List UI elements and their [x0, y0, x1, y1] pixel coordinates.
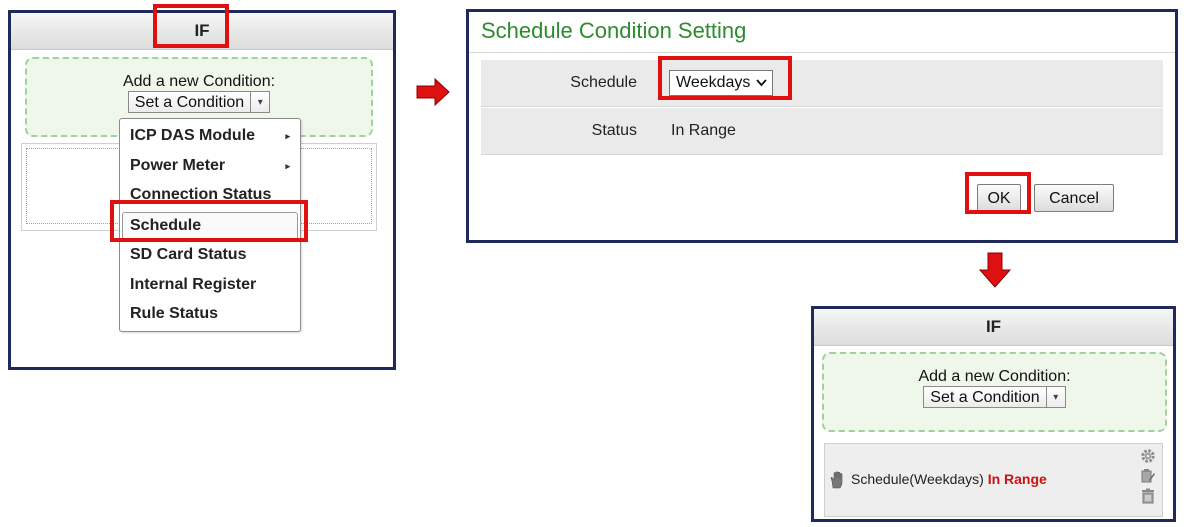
result-if-panel: IF Add a new Condition: Set a Condition …: [811, 306, 1176, 522]
result-if-header-label: IF: [985, 317, 1002, 336]
result-add-condition-box: Add a new Condition: Set a Condition ▾: [822, 352, 1167, 432]
ok-button[interactable]: OK: [977, 184, 1021, 212]
menu-item-icp-das-module[interactable]: ICP DAS Module ▸: [122, 122, 298, 150]
if-panel: IF Add a new Condition: Set a Condition …: [8, 10, 396, 370]
menu-item-rule-status[interactable]: Rule Status: [122, 300, 298, 328]
down-arrow-icon: [979, 252, 1011, 288]
result-set-condition-combo[interactable]: Set a Condition ▾: [923, 386, 1066, 408]
condition-type-menu: ICP DAS Module ▸ Power Meter ▸ Connectio…: [119, 118, 301, 332]
schedule-select-value: Weekdays: [676, 74, 751, 91]
if-header: IF: [11, 13, 393, 50]
add-condition-label: Add a new Condition:: [122, 73, 276, 90]
condition-summary-status: In Range: [987, 471, 1047, 487]
condition-actions: [1140, 448, 1158, 508]
schedule-condition-dialog: Schedule Condition Setting Schedule Week…: [466, 9, 1178, 243]
menu-item-schedule[interactable]: Schedule: [122, 212, 298, 240]
chevron-down-icon[interactable]: ▾: [1045, 387, 1065, 407]
menu-item-sd-card-status[interactable]: SD Card Status: [122, 241, 298, 269]
hand-icon[interactable]: [829, 471, 847, 489]
status-row: Status In Range: [481, 108, 1163, 155]
condition-summary-text: Schedule(Weekdays): [851, 471, 984, 487]
menu-item-power-meter[interactable]: Power Meter ▸: [122, 152, 298, 180]
schedule-row: Schedule: [481, 60, 1163, 107]
if-header-label: IF: [194, 21, 210, 40]
chevron-down-icon[interactable]: ▾: [250, 92, 269, 112]
schedule-select[interactable]: Weekdays: [669, 70, 773, 96]
gear-icon[interactable]: [1140, 448, 1156, 464]
cancel-button[interactable]: Cancel: [1034, 184, 1114, 212]
menu-item-internal-register[interactable]: Internal Register: [122, 271, 298, 299]
result-add-condition-label: Add a new Condition:: [918, 368, 1071, 385]
result-set-condition-combo-text: Set a Condition: [930, 389, 1040, 406]
submenu-arrow-icon: ▸: [285, 161, 290, 171]
status-label: Status: [591, 122, 637, 139]
menu-item-connection-status[interactable]: Connection Status: [122, 181, 298, 209]
result-if-header: IF: [814, 309, 1173, 346]
status-value: In Range: [671, 122, 736, 139]
chevron-down-icon: [756, 71, 767, 103]
schedule-label: Schedule: [570, 74, 637, 91]
trash-icon[interactable]: [1140, 488, 1156, 504]
set-condition-combo[interactable]: Set a Condition ▾: [127, 91, 271, 113]
right-arrow-icon: [416, 78, 450, 106]
set-condition-combo-text: Set a Condition: [134, 94, 245, 111]
condition-summary: Schedule(Weekdays) In Range: [851, 471, 1047, 487]
title-divider: [469, 52, 1175, 53]
edit-icon[interactable]: [1140, 468, 1156, 484]
condition-summary-row[interactable]: Schedule(Weekdays) In Range: [824, 443, 1163, 517]
submenu-arrow-icon: ▸: [285, 131, 290, 141]
dialog-title: Schedule Condition Setting: [481, 18, 747, 43]
